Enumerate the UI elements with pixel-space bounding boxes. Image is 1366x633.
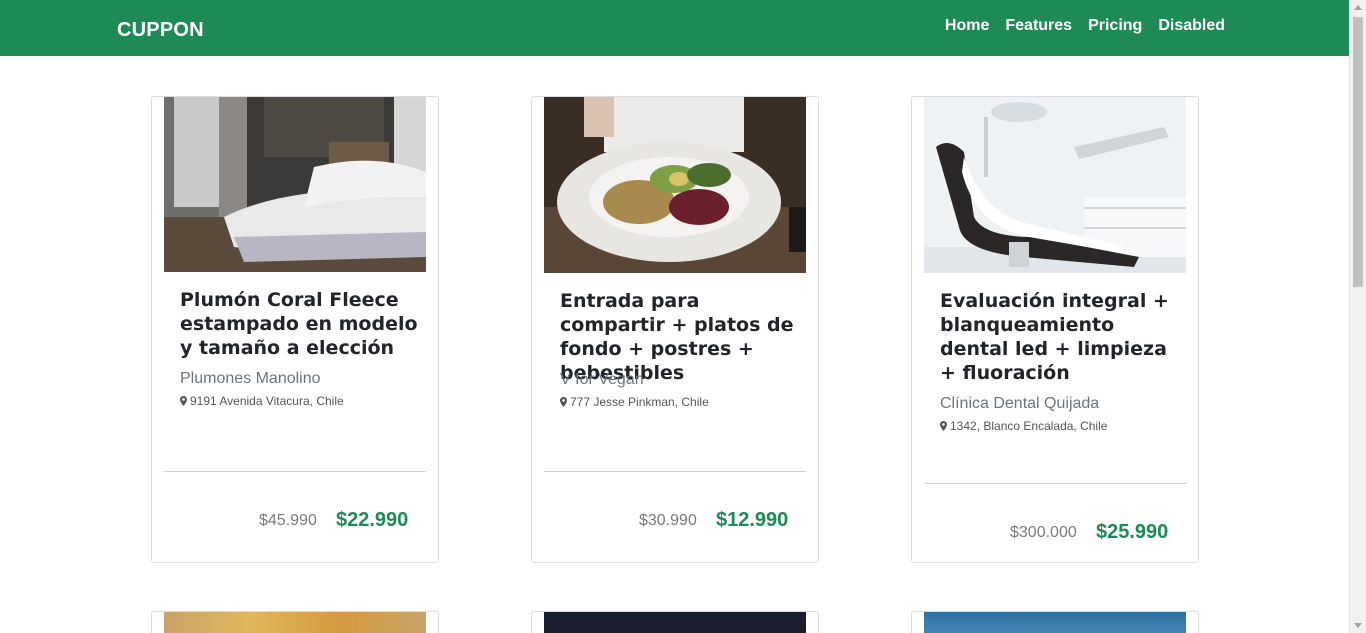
coupon-card-partial[interactable]: [151, 611, 439, 633]
nav-links: Home Features Pricing Disabled: [945, 17, 1225, 35]
brand-logo[interactable]: CUPPON: [117, 19, 204, 42]
card-address: 9191 Avenida Vitacura, Chile: [180, 394, 344, 408]
card-image-bedroom[interactable]: [164, 97, 426, 272]
coupon-card-partial[interactable]: [531, 611, 819, 633]
scroll-down-arrow-icon[interactable]: [1354, 623, 1362, 628]
card-title[interactable]: Plumón Coral Fleece estampado en modelo …: [180, 288, 420, 360]
card-new-price: $22.990: [336, 509, 409, 531]
card-address-text: 9191 Avenida Vitacura, Chile: [190, 394, 344, 408]
card-image-partial[interactable]: [164, 612, 426, 633]
scroll-up-arrow-icon[interactable]: [1354, 5, 1362, 10]
card-address: 777 Jesse Pinkman, Chile: [560, 395, 709, 409]
card-divider: [544, 471, 806, 472]
coupon-card[interactable]: Evaluación integral + blanqueamiento den…: [911, 96, 1199, 563]
coupon-card[interactable]: Entrada para compartir + platos de fondo…: [531, 96, 819, 563]
card-address-text: 1342, Blanco Encalada, Chile: [950, 419, 1108, 433]
card-image-partial[interactable]: [544, 612, 806, 633]
card-old-price: $30.990: [639, 512, 697, 529]
card-title[interactable]: Evaluación integral + blanqueamiento den…: [940, 289, 1180, 385]
card-address: 1342, Blanco Encalada, Chile: [940, 419, 1107, 433]
coupon-card[interactable]: Plumón Coral Fleece estampado en modelo …: [151, 96, 439, 563]
coupon-card-partial[interactable]: [911, 611, 1199, 633]
card-vendor: Plumones Manolino: [180, 370, 321, 387]
card-image-partial[interactable]: [924, 612, 1186, 633]
page-scrollbar[interactable]: [1349, 0, 1366, 633]
card-new-price: $25.990: [1096, 521, 1169, 543]
card-divider: [164, 471, 426, 472]
card-vendor: Clínica Dental Quijada: [940, 395, 1100, 412]
map-pin-icon: [940, 421, 947, 431]
nav-link-pricing[interactable]: Pricing: [1088, 17, 1142, 35]
card-divider: [924, 483, 1186, 484]
map-pin-icon: [560, 397, 567, 407]
card-old-price: $45.990: [259, 512, 317, 529]
card-old-price: $300.000: [1010, 524, 1077, 541]
scrollbar-thumb[interactable]: [1353, 17, 1363, 287]
card-vendor: V for Vegan: [560, 371, 644, 388]
card-address-text: 777 Jesse Pinkman, Chile: [570, 395, 709, 409]
card-new-price: $12.990: [716, 509, 789, 531]
card-image-salad[interactable]: [544, 97, 806, 273]
nav-link-home[interactable]: Home: [945, 17, 989, 35]
nav-link-disabled[interactable]: Disabled: [1158, 17, 1225, 35]
top-navbar: CUPPON Home Features Pricing Disabled: [0, 0, 1349, 56]
map-pin-icon: [180, 396, 187, 406]
card-image-dental[interactable]: [924, 97, 1186, 273]
nav-link-features[interactable]: Features: [1005, 17, 1072, 35]
